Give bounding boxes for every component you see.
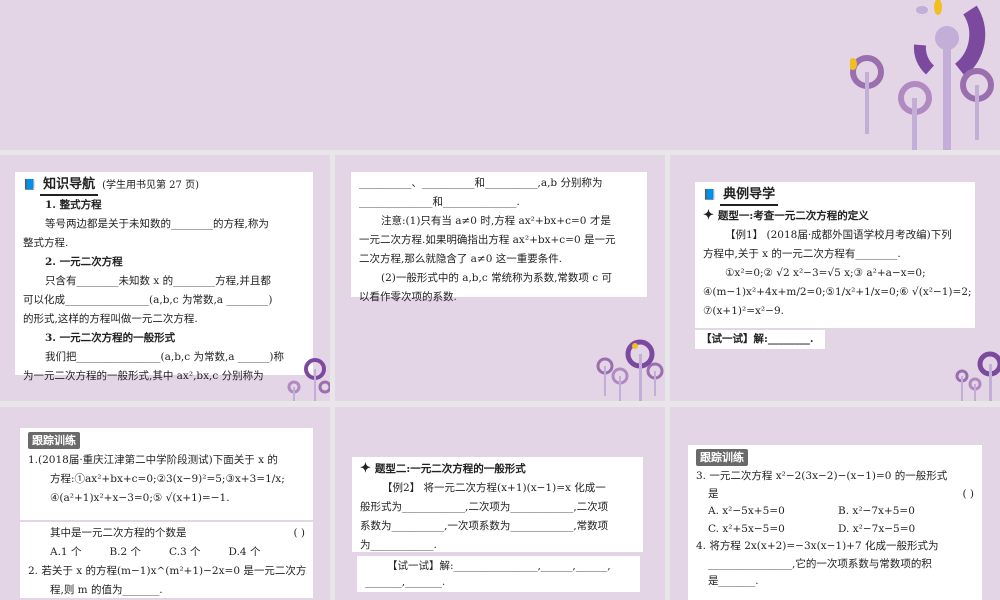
slide-example2[interactable]: ✦ 题型二:一元二次方程的一般形式 【例2】 将一元二次方程(x+1)(x−1)=… [335, 407, 665, 600]
practice2-box: 跟踪训练 3. 一元二次方程 x²−2(3x−2)−(x−1)=0 的一般形式 … [688, 445, 982, 600]
equation-line: ①x²=0;② √2 x²−3=√5 x;③ a²+a−x=0; [725, 267, 926, 279]
practice-tag: 跟踪训练 [696, 449, 748, 466]
star-icon: ✦ [703, 208, 714, 223]
text-line: 注意:(1)只有当 a≠0 时,方程 ax²+bx+c=0 才是 [381, 215, 611, 227]
type-heading: 题型一:考查一元二次方程的定义 [717, 210, 869, 222]
text-line: 般形式为____________,二次项为____________,二次项 [360, 501, 609, 513]
option-d[interactable]: D. x²−7x−5=0 [838, 521, 915, 539]
text-line: 二次方程,那么就隐含了 a≠0 这一重要条件. [359, 253, 563, 265]
option-b[interactable]: B.2 个 [109, 543, 141, 562]
text-line: ______________和______________. [359, 196, 520, 208]
text-line: 我们把________________(a,b,c 为常数,a ______)称 [45, 351, 285, 363]
question-line: 3. 一元二次方程 x²−2(3x−2)−(x−1)=0 的一般形式 [696, 470, 948, 482]
try-box: 【试一试】解:________________,______,______, _… [357, 556, 640, 592]
question-line: 程,则 m 的值为_______. [50, 584, 163, 596]
slide-example1[interactable]: 📘 典例导学 ✦ 题型一:考查一元二次方程的定义 【例1】 (2018届·成都外国语… [670, 155, 1000, 401]
flower-decoration-icon [850, 0, 994, 150]
equation-line: 方程:①ax²+bx+c=0;②3(x−9)²=5;③x+3=1/x; [50, 473, 285, 485]
heading: 3. 一元二次方程的一般形式 [45, 332, 176, 344]
try-text: 【试一试】解:________________,______,______, [387, 560, 611, 572]
try-text: _______,_______. [365, 576, 446, 588]
question-line: 1.(2018届·重庆江津第二中学阶段测试)下面关于 x 的 [28, 454, 278, 466]
text-line: 等号两边都是关于未知数的________的方程,称为 [45, 218, 269, 230]
practice1-options-box: 其中是一元二次方程的个数是 ( ) A.1 个 B.2 个 C.3 个 D.4 个 2.… [20, 522, 313, 598]
question-line: ________________,它的一次项系数与常数项的积 [708, 557, 932, 570]
text-line: 一元二次方程.如果明确指出方程 ax²+bx+c=0 是一元 [359, 234, 616, 246]
text-line: 为____________. [360, 539, 437, 551]
option-c[interactable]: C.3 个 [169, 543, 201, 562]
flower-decoration-icon [596, 339, 664, 401]
try-text: 【试一试】解:________. [701, 333, 814, 345]
practice-tag: 跟踪训练 [28, 432, 80, 449]
type-heading: 题型二:一元二次方程的一般形式 [374, 463, 526, 475]
text-line: 以看作零次项的系数. [359, 291, 457, 303]
text-line: 系数为__________,一次项系数为____________,常数项 [360, 520, 609, 532]
text-line: 【例2】 将一元二次方程(x+1)(x−1)=x 化成一 [382, 482, 606, 494]
text-line: 的形式,这样的方程叫做一元二次方程. [23, 313, 198, 325]
answer-paren: ( ) [293, 527, 305, 539]
slide-practice1[interactable]: 跟踪训练 1.(2018届·重庆江津第二中学阶段测试)下面关于 x 的 方程:①… [0, 407, 330, 600]
slide-title[interactable] [0, 0, 1000, 150]
practice1-box: 跟踪训练 1.(2018届·重庆江津第二中学阶段测试)下面关于 x 的 方程:①… [20, 428, 313, 520]
text-line: 方程中,关于 x 的一元二次方程有________. [703, 248, 901, 260]
heading: 1. 整式方程 [45, 199, 102, 211]
text-line: (2)一般形式中的 a,b,c 常统称为系数,常数项 c 可 [381, 272, 612, 284]
question-line: 4. 将方程 2x(x+2)=−3x(x−1)+7 化成一般形式为 [696, 540, 939, 552]
example2-box: ✦ 题型二:一元二次方程的一般形式 【例2】 将一元二次方程(x+1)(x−1)=… [352, 457, 643, 552]
example1-box: 📘 典例导学 ✦ 题型一:考查一元二次方程的定义 【例1】 (2018届·成都外国语… [695, 182, 975, 328]
slide-notes[interactable]: __________、__________和__________,a,b 分别称… [335, 155, 665, 401]
heading: 2. 一元二次方程 [45, 256, 123, 268]
text-line: 为一元二次方程的一般形式,其中 ax²,bx,c 分别称为 [23, 370, 264, 382]
section-title: 典例导学 [720, 185, 779, 206]
knowledge-box: 📘 知识导航 (学生用书见第 27 页) 1. 整式方程 等号两边都是关于未知数的_… [15, 172, 313, 382]
option-c[interactable]: C. x²+5x−5=0 [708, 521, 838, 539]
option-d[interactable]: D.4 个 [229, 543, 261, 562]
equation-line: ⑦(x+1)²=x²−9. [703, 305, 784, 317]
text-line: 【例1】 (2018届·成都外国语学校月考改编)下列 [725, 229, 952, 241]
book-icon: 📘 [23, 178, 37, 191]
option-a[interactable]: A.1 个 [50, 543, 81, 562]
question-line: 是_______. [708, 575, 759, 587]
flower-decoration-icon [955, 351, 1000, 401]
book-icon: 📘 [703, 188, 717, 201]
equation-line: ④(a²+1)x²+x−3=0;⑤ √(x+1)=−1. [50, 492, 230, 504]
notes-box: __________、__________和__________,a,b 分别称… [351, 172, 647, 303]
text-line: 可以化成________________(a,b,c 为常数,a _______… [23, 294, 273, 306]
question-text: 其中是一元二次方程的个数是 [50, 527, 187, 539]
text-line: 只含有________未知数 x 的________方程,并且都 [45, 275, 271, 287]
option-a[interactable]: A. x²−5x+5=0 [708, 503, 838, 521]
slide-practice2[interactable]: 跟踪训练 3. 一元二次方程 x²−2(3x−2)−(x−1)=0 的一般形式 … [670, 407, 1000, 600]
question-line: 2. 若关于 x 的方程(m−1)x^(m²+1)−2x=0 是一元二次方 [28, 565, 307, 577]
text-line: __________、__________和__________,a,b 分别称… [359, 177, 603, 189]
question-text: 是 [708, 487, 719, 500]
try-box: 【试一试】解:________. [695, 330, 825, 349]
section-note: (学生用书见第 27 页) [102, 179, 199, 191]
slide-knowledge[interactable]: 📘 知识导航 (学生用书见第 27 页) 1. 整式方程 等号两边都是关于未知数的_… [0, 155, 330, 401]
equation-line: ④(m−1)x²+4x+m/2=0;⑤1/x²+1/x=0;⑥ √(x²−1)=… [703, 286, 972, 298]
option-b[interactable]: B. x²−7x+5=0 [838, 503, 915, 521]
flower-decoration-icon [287, 358, 330, 401]
star-icon: ✦ [360, 461, 371, 476]
text-line: 整式方程. [23, 237, 69, 249]
section-title: 知识导航 [40, 175, 99, 196]
answer-paren: ( ) [962, 487, 974, 500]
